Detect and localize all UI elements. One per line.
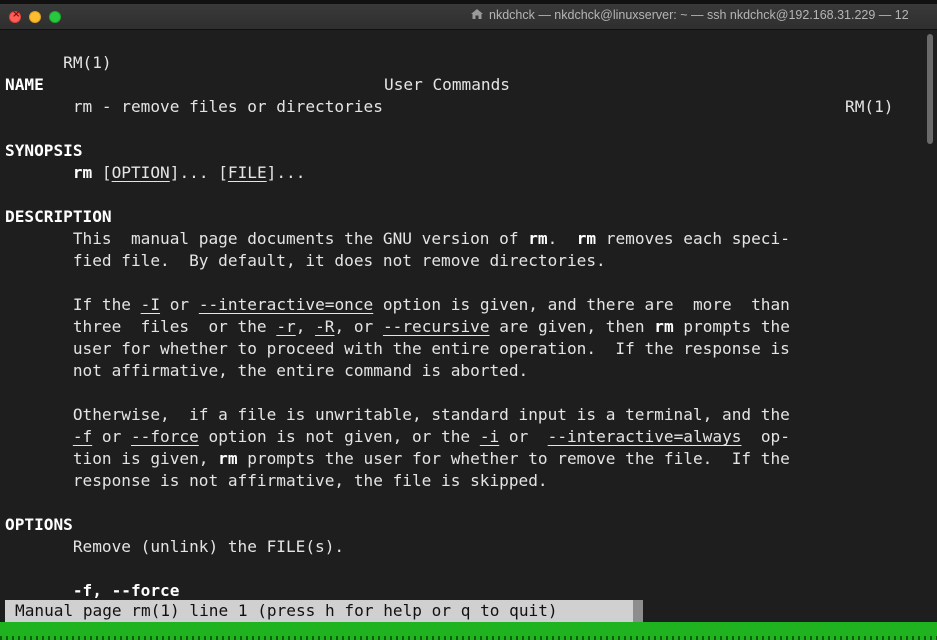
section-description-heading: DESCRIPTION <box>5 207 112 226</box>
synopsis-option: OPTION <box>111 163 170 182</box>
option-flag: --interactive=always <box>547 427 742 446</box>
terminal-window: nkdchck — nkdchck@linuxserver: ~ — ssh n… <box>0 0 937 640</box>
window-title-group: nkdchck — nkdchck@linuxserver: ~ — ssh n… <box>470 8 909 22</box>
description-line: Otherwise, if a file is unwritable, stan… <box>5 405 790 424</box>
terminal-cursor <box>633 600 643 622</box>
bottom-status-bar-pattern <box>0 636 937 640</box>
description-line: -f or --force option is not given, or th… <box>5 426 790 448</box>
text: . <box>547 229 577 248</box>
synopsis-command: rm <box>72 163 93 182</box>
option-force: -f, --force <box>72 581 180 600</box>
text: tion is given, <box>5 449 219 468</box>
header-right: RM(1) <box>845 97 894 116</box>
close-button[interactable] <box>9 9 21 23</box>
synopsis-line: rm [OPTION]... [FILE]... <box>5 162 306 184</box>
text: prompts the <box>673 317 790 336</box>
synopsis-text: ]... <box>266 163 306 182</box>
text: , or <box>334 317 383 336</box>
option-flag: --recursive <box>382 317 490 336</box>
text: or <box>499 427 548 446</box>
synopsis-file: FILE <box>227 163 267 182</box>
text: are given, then <box>489 317 655 336</box>
synopsis-text: [ <box>92 163 112 182</box>
force-option-line: -f, --force <box>5 580 180 602</box>
text: option is given, and there are more than <box>373 295 790 314</box>
window-title: nkdchck — nkdchck@linuxserver: ~ — ssh n… <box>489 8 909 22</box>
minimize-button[interactable] <box>29 11 41 23</box>
text: , <box>295 317 316 336</box>
man-header: RM(1) User Commands RM(1) <box>5 30 893 116</box>
text: or <box>160 295 199 314</box>
option-flag: -R <box>315 317 335 336</box>
option-flag: -I <box>140 295 161 314</box>
zoom-button[interactable] <box>49 11 61 23</box>
option-flag: -r <box>276 317 296 336</box>
text: three files or the <box>5 317 277 336</box>
menu-strip <box>0 0 937 4</box>
text: op- <box>741 427 790 446</box>
description-line: user for whether to proceed with the ent… <box>5 339 790 358</box>
synopsis-text: ]... [ <box>169 163 228 182</box>
option-flag: -i <box>479 427 500 446</box>
text: option is not given, or the <box>198 427 480 446</box>
text: If the <box>5 295 141 314</box>
pager-status-line: Manual page rm(1) line 1 (press h for he… <box>5 600 643 622</box>
description-line: response is not affirmative, the file is… <box>5 471 548 490</box>
terminal-content[interactable]: RM(1) User Commands RM(1) NAME rm - remo… <box>0 30 937 622</box>
header-left: RM(1) <box>63 53 112 72</box>
command-name: rm <box>654 317 674 336</box>
option-flag: -f <box>72 427 93 446</box>
option-flag: --force <box>130 427 199 446</box>
section-synopsis-heading: SYNOPSIS <box>5 141 83 160</box>
text: prompts the user for whether to remove t… <box>237 449 790 468</box>
title-bar[interactable]: nkdchck — nkdchck@linuxserver: ~ — ssh n… <box>0 0 937 30</box>
text: removes each speci- <box>596 229 790 248</box>
description-line: This manual page documents the GNU versi… <box>5 228 790 250</box>
home-folder-icon <box>471 9 483 19</box>
command-name: rm <box>218 449 238 468</box>
name-text: rm - remove files or directories <box>5 97 383 116</box>
command-name: rm <box>528 229 548 248</box>
scrollbar[interactable] <box>924 30 937 622</box>
command-name: rm <box>576 229 597 248</box>
options-text: Remove (unlink) the FILE(s). <box>5 537 345 556</box>
description-line: three files or the -r, -R, or --recursiv… <box>5 316 790 338</box>
text: This manual page documents the GNU versi… <box>5 229 529 248</box>
scrollbar-thumb[interactable] <box>927 34 933 144</box>
section-name-heading: NAME <box>5 75 44 94</box>
option-flag: --interactive=once <box>198 295 374 314</box>
header-center: User Commands <box>384 75 510 94</box>
description-line: fied file. By default, it does not remov… <box>5 251 606 270</box>
description-line: tion is given, rm prompts the user for w… <box>5 448 790 470</box>
text <box>5 427 73 446</box>
text: or <box>92 427 131 446</box>
section-options-heading: OPTIONS <box>5 515 73 534</box>
description-line: If the -I or --interactive=once option i… <box>5 294 790 316</box>
description-line: not affirmative, the entire command is a… <box>5 361 529 380</box>
